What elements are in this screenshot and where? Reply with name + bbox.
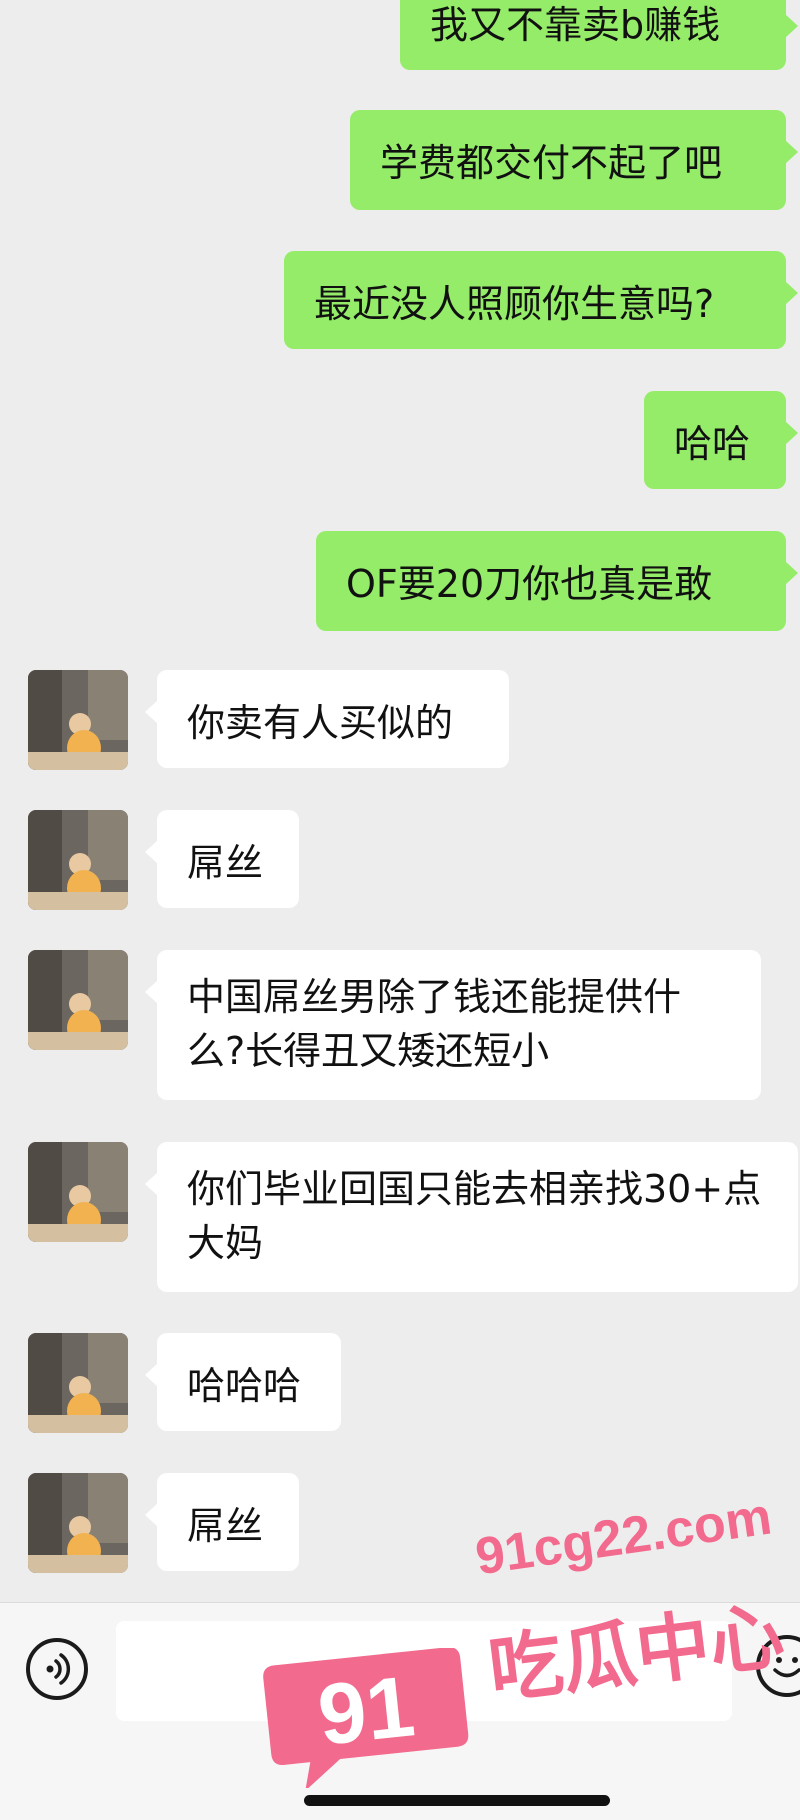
contact-avatar[interactable]	[28, 810, 128, 910]
contact-avatar[interactable]	[28, 950, 128, 1050]
incoming-message[interactable]: 屌丝	[145, 810, 299, 908]
voice-icon[interactable]	[26, 1638, 88, 1700]
outgoing-message[interactable]: OF要20刀你也真是敢	[316, 531, 798, 631]
incoming-message[interactable]: 你卖有人买似的	[145, 670, 509, 768]
contact-avatar[interactable]	[28, 1333, 128, 1433]
incoming-message[interactable]: 你们毕业回国只能去相亲找30+点大妈	[145, 1142, 798, 1292]
contact-avatar[interactable]	[28, 670, 128, 770]
outgoing-message[interactable]: 我又不靠卖b赚钱	[400, 0, 798, 70]
message-text: 你卖有人买似的	[187, 701, 454, 745]
message-text: 我又不靠卖b赚钱	[430, 3, 721, 47]
contact-avatar[interactable]	[28, 1473, 128, 1573]
watermark-logo: 91	[262, 1647, 472, 1791]
message-text: 哈哈哈	[187, 1364, 302, 1408]
watermark-logo-number: 91	[314, 1658, 419, 1763]
message-text: 哈哈	[674, 422, 751, 466]
outgoing-message[interactable]: 学费都交付不起了吧	[350, 110, 798, 210]
message-text: 屌丝	[187, 1504, 264, 1548]
home-indicator[interactable]	[304, 1795, 610, 1806]
outgoing-message[interactable]: 最近没人照顾你生意吗?	[284, 251, 798, 349]
message-text: 屌丝	[187, 841, 264, 885]
outgoing-message[interactable]: 哈哈	[644, 391, 798, 489]
message-text: OF要20刀你也真是敢	[346, 562, 713, 606]
message-text: 中国屌丝男除了钱还能提供什么?长得丑又矮还短小	[187, 975, 682, 1073]
incoming-message[interactable]: 中国屌丝男除了钱还能提供什么?长得丑又矮还短小	[145, 950, 761, 1100]
message-text: 学费都交付不起了吧	[380, 141, 723, 185]
incoming-message[interactable]: 哈哈哈	[145, 1333, 341, 1431]
contact-avatar[interactable]	[28, 1142, 128, 1242]
chat-history[interactable]: 我又不靠卖b赚钱 学费都交付不起了吧 最近没人照顾你生意吗? 哈哈 OF要20刀…	[0, 0, 800, 1602]
message-text: 最近没人照顾你生意吗?	[314, 282, 715, 326]
incoming-message[interactable]: 屌丝	[145, 1473, 299, 1571]
message-text: 你们毕业回国只能去相亲找30+点大妈	[187, 1167, 762, 1265]
